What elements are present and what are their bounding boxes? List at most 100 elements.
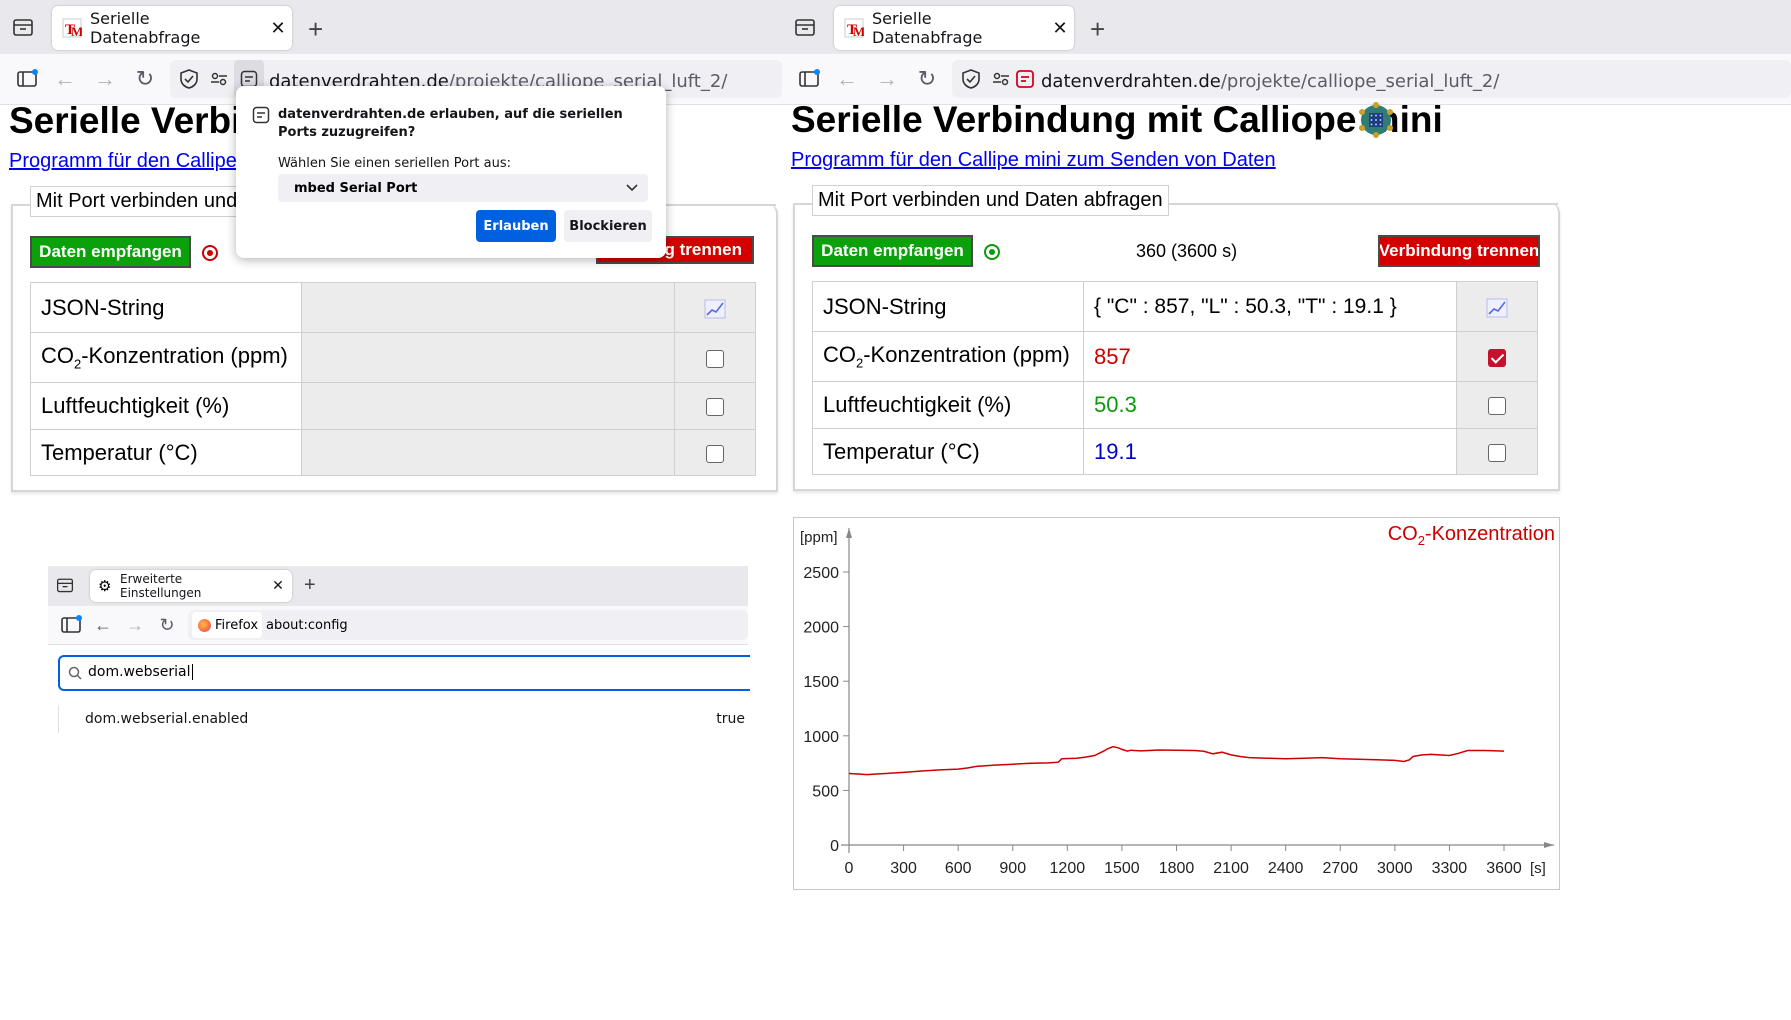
receive-data-button[interactable]: Daten empfangen (30, 236, 191, 268)
permissions-icon[interactable] (206, 66, 232, 92)
x-tick-label: 3600 (1486, 860, 1522, 877)
x-tick-label: 3300 (1432, 860, 1468, 877)
block-button[interactable]: Blockieren (564, 210, 652, 242)
reload-icon[interactable]: ↻ (914, 66, 940, 92)
back-icon[interactable]: ← (52, 66, 78, 92)
config-search-value: dom.webserial (88, 664, 193, 680)
disconnect-button[interactable]: Verbindung trennen (1378, 235, 1540, 267)
svg-text:M: M (853, 24, 864, 38)
row-label: JSON-String (812, 281, 1084, 332)
chart-toggle-cell[interactable] (674, 382, 756, 430)
row-value (301, 429, 675, 476)
tab-serielle-datenabfrage[interactable]: TM Serielle Datenabfrage ✕ (834, 6, 1074, 50)
table-row: JSON-String { "C" : 857, "L" : 50.3, "T"… (812, 281, 1538, 332)
permissions-icon[interactable] (988, 66, 1014, 92)
tab-erweiterte-einstellungen[interactable]: ⚙ Erweiterte Einstellungen ✕ (90, 570, 292, 602)
close-tab-icon[interactable]: ✕ (1046, 18, 1074, 39)
back-icon[interactable]: ← (834, 66, 860, 92)
temperature-checkbox[interactable] (706, 444, 724, 463)
temperature-checkbox[interactable] (1488, 443, 1506, 462)
reload-icon[interactable]: ↻ (132, 66, 158, 92)
temperature-value: 19.1 (1083, 428, 1457, 475)
table-row: Luftfeuchtigkeit (%) (30, 382, 756, 430)
chart-toggle-cell[interactable] (1456, 281, 1538, 332)
status-indicator-red (202, 245, 218, 261)
y-axis-arrow-icon (846, 528, 852, 538)
allow-button[interactable]: Erlauben (476, 210, 556, 242)
x-tick-label: 900 (999, 860, 1026, 877)
tab-title: Erweiterte Einstellungen (120, 572, 202, 600)
x-tick-label: 0 (845, 860, 854, 877)
x-tick-label: 1200 (1050, 860, 1086, 877)
x-tick-label: 1800 (1159, 860, 1195, 877)
table-row: CO2-Konzentration (ppm) (30, 332, 756, 383)
tab-title: Serielle Datenabfrage (872, 9, 983, 47)
forward-icon[interactable]: → (874, 66, 900, 92)
tab-overview-icon[interactable] (56, 576, 74, 594)
row-label: JSON-String (30, 282, 302, 333)
tab-strip: TM Serielle Datenabfrage ✕ + (0, 0, 782, 54)
back-icon[interactable]: ← (90, 612, 116, 638)
table-row: Temperatur (°C) 19.1 (812, 428, 1538, 475)
co2-series-line (848, 745, 1505, 776)
serial-port-icon (252, 106, 270, 124)
tab-strip: TM Serielle Datenabfrage ✕ + (782, 0, 1791, 54)
row-label: Temperatur (°C) (30, 429, 302, 476)
tab-overview-icon[interactable] (12, 16, 34, 38)
firefox-icon (198, 618, 211, 632)
new-tab-icon[interactable]: + (1090, 14, 1105, 45)
url-text[interactable]: datenverdrahten.de/projekte/calliope_ser… (1041, 71, 1499, 92)
x-tick-label: 2100 (1213, 860, 1249, 877)
pref-name: dom.webserial.enabled (85, 711, 249, 727)
tab-serielle-datenabfrage[interactable]: TM Serielle Datenabfrage ✕ (52, 6, 292, 50)
serial-port-active-icon[interactable] (1012, 66, 1038, 92)
program-link[interactable]: Programm für den Callipe mini zum Senden… (791, 149, 1276, 172)
program-link[interactable]: Programm für den Callipe mi (9, 150, 264, 173)
url-text[interactable]: about:config (266, 618, 348, 633)
close-tab-icon[interactable]: ✕ (264, 18, 292, 39)
table-row: CO2-Konzentration (ppm) 857 (812, 331, 1538, 382)
chart-toggle-cell[interactable] (674, 332, 756, 383)
serial-permission-popup: datenverdrahten.de erlauben, auf die ser… (236, 86, 666, 258)
reload-icon[interactable]: ↻ (154, 612, 180, 638)
chart-toggle-cell[interactable] (1456, 428, 1538, 475)
co2-checkbox[interactable] (1488, 348, 1506, 367)
port-select-value: mbed Serial Port (294, 181, 418, 196)
x-tick-label: 2700 (1322, 860, 1358, 877)
row-label: Luftfeuchtigkeit (%) (30, 382, 302, 430)
row-label: Luftfeuchtigkeit (%) (812, 381, 1084, 429)
shield-icon[interactable] (958, 66, 984, 92)
pref-value[interactable]: true (716, 711, 745, 727)
close-tab-icon[interactable]: ✕ (264, 578, 292, 594)
co2-chart: CO2-Konzentration 0 500 1000 1500 2000 2500 0 3… (793, 517, 1560, 890)
sidebar-icon[interactable] (796, 66, 822, 92)
port-select-label: Wählen Sie einen seriellen Port aus: (278, 156, 512, 171)
forward-icon[interactable]: → (122, 612, 148, 638)
table-row: Temperatur (°C) (30, 429, 756, 476)
chart-toggle-cell[interactable] (1456, 381, 1538, 429)
port-select[interactable]: mbed Serial Port (278, 174, 648, 202)
chart-toggle-cell[interactable] (1456, 331, 1538, 382)
tab-strip: ⚙ Erweiterte Einstellungen ✕ + (48, 566, 748, 606)
shield-icon[interactable] (176, 66, 202, 92)
x-tick-label: 600 (945, 860, 972, 877)
chart-icon[interactable] (704, 299, 726, 319)
pref-row[interactable]: dom.webserial.enabled true (58, 705, 748, 733)
chart-toggle-cell[interactable] (674, 429, 756, 476)
receive-data-button[interactable]: Daten empfangen (812, 235, 973, 267)
chart-toggle-cell[interactable] (674, 282, 756, 333)
new-tab-icon[interactable]: + (304, 574, 316, 597)
sidebar-icon[interactable] (14, 66, 40, 92)
sidebar-icon[interactable] (58, 612, 84, 638)
new-tab-icon[interactable]: + (308, 14, 323, 45)
x-tick-label: 300 (890, 860, 917, 877)
forward-icon[interactable]: → (92, 66, 118, 92)
search-icon (68, 666, 82, 680)
humidity-checkbox[interactable] (706, 398, 724, 417)
config-search-input[interactable]: dom.webserial (58, 655, 750, 691)
tab-overview-icon[interactable] (794, 16, 816, 38)
humidity-checkbox[interactable] (1488, 397, 1506, 416)
co2-checkbox[interactable] (706, 349, 724, 368)
identity-box[interactable]: Firefox (192, 612, 262, 638)
chart-icon[interactable] (1486, 298, 1508, 318)
